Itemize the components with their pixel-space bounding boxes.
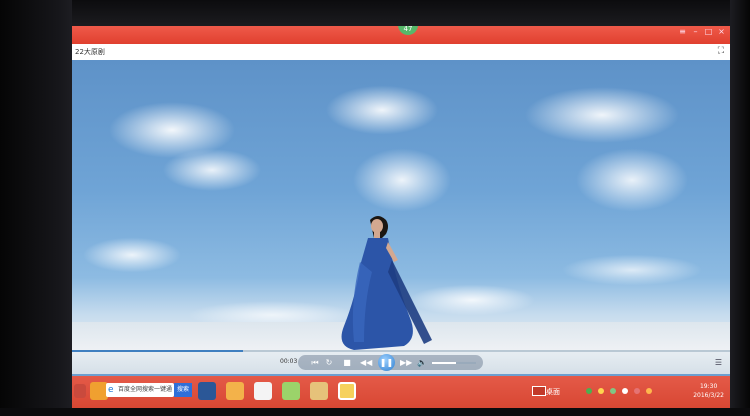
app-icon-2[interactable] [226, 382, 244, 400]
volume-fill [432, 362, 457, 364]
tray-status-icon[interactable] [586, 388, 592, 394]
start-button[interactable] [74, 384, 86, 398]
window-controls: ≡ – □ × [678, 28, 726, 38]
rewind-icon[interactable]: ◀◀ [360, 357, 372, 368]
current-time: 00:03 [280, 358, 298, 365]
folder-icon[interactable] [310, 382, 328, 400]
progress-fill [72, 350, 244, 352]
close-icon[interactable]: × [717, 28, 726, 36]
chat-icon[interactable] [282, 382, 300, 400]
playlist-icon[interactable]: ☰ [715, 358, 722, 367]
media-player-icon[interactable] [338, 382, 356, 400]
ie-icon: e [108, 385, 114, 395]
monitor-bezel-left [0, 0, 72, 416]
woman-figure [341, 216, 432, 350]
browser-search-box[interactable]: e 百度全网搜索一键通 [106, 383, 174, 397]
tray-battery-icon[interactable] [646, 388, 652, 394]
player-info-bar: 22大原剧 ⛶ [72, 44, 730, 60]
clock-time: 19:30 [699, 383, 718, 390]
search-button[interactable]: 搜索 [174, 383, 192, 397]
control-cluster: ⏮ ↻ ■ ◀◀ ❚❚ ▶▶ 🔈 [298, 354, 483, 371]
player-title-bar[interactable]: 47 ≡ – □ × [72, 26, 730, 44]
forward-icon[interactable]: ▶▶ [400, 357, 412, 368]
tray-volume-icon[interactable] [622, 388, 628, 394]
minimize-icon[interactable]: – [691, 28, 700, 36]
document-icon[interactable] [254, 382, 272, 400]
menu-icon[interactable]: ≡ [678, 28, 687, 36]
play-pause-button[interactable]: ❚❚ [378, 354, 395, 371]
volume-slider[interactable] [432, 362, 476, 364]
monitor-bezel-right [730, 0, 750, 416]
monitor-bezel-top [0, 0, 750, 26]
system-clock[interactable]: 19:30 2016/3/22 [693, 382, 724, 400]
progress-bar[interactable] [72, 350, 730, 352]
desktop-label[interactable]: 桌面 [546, 387, 560, 397]
maximize-icon[interactable]: □ [704, 28, 713, 36]
video-title: 22大原剧 [75, 48, 105, 56]
clock-date: 2016/3/22 [693, 392, 724, 399]
screen: 47 ≡ – □ × 22大原剧 ⛶ 00:03 ⏮ ↻ ■ ◀◀ ❚❚ ▶▶ … [72, 26, 730, 408]
word-icon[interactable] [198, 382, 216, 400]
taskbar: e 百度全网搜索一键通 搜索 桌面 19:30 2016/3/22 [72, 376, 730, 408]
tray-app-icon[interactable] [634, 388, 640, 394]
stop-button[interactable]: ■ [342, 357, 352, 368]
video-frame[interactable] [72, 60, 730, 350]
volume-icon[interactable]: 🔈 [416, 357, 428, 368]
tray-security-icon[interactable] [598, 388, 604, 394]
search-placeholder: 百度全网搜索一键通 [118, 386, 173, 393]
monitor-bezel-bottom [0, 408, 750, 416]
notification-badge[interactable]: 47 [398, 26, 418, 35]
player-controls: 00:03 ⏮ ↻ ■ ◀◀ ❚❚ ▶▶ 🔈 ☰ [72, 350, 730, 374]
fullscreen-icon[interactable]: ⛶ [718, 46, 724, 56]
repeat-icon[interactable]: ↻ [324, 357, 334, 368]
keyboard-icon[interactable] [532, 386, 546, 396]
previous-icon[interactable]: ⏮ [310, 357, 320, 368]
tray-network-icon[interactable] [610, 388, 616, 394]
system-tray: 桌面 19:30 2016/3/22 [530, 376, 730, 408]
